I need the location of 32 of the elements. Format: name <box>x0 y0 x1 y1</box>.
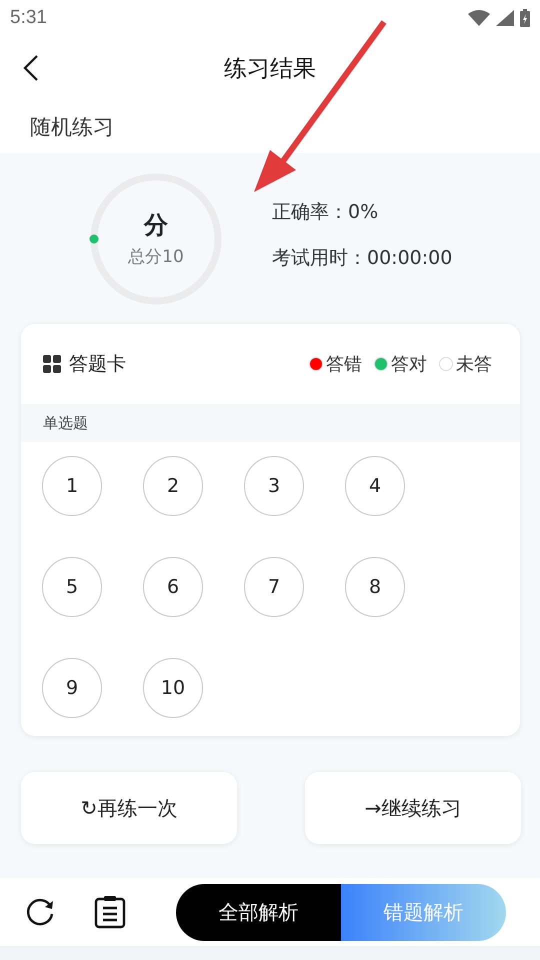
stat-text: 考试用时：00:00:00 <box>272 246 452 270</box>
refresh-icon[interactable] <box>24 896 56 928</box>
question-number[interactable]: 3 <box>244 456 304 516</box>
card-title: 答题卡 <box>69 352 126 377</box>
question-number[interactable]: 5 <box>42 557 102 617</box>
page-title: 练习结果 <box>224 54 316 84</box>
wifi-icon <box>468 10 490 26</box>
question-number[interactable]: 2 <box>143 456 203 516</box>
status-time: 5:31 <box>10 7 47 29</box>
question-number[interactable]: 8 <box>345 557 405 617</box>
signal-icon <box>496 10 514 26</box>
back-icon[interactable] <box>22 54 40 82</box>
total-score: 总分10 <box>128 246 184 268</box>
practice-type: 随机练习 <box>30 114 114 140</box>
legend-label: 答对 <box>391 353 427 376</box>
question-number[interactable]: 10 <box>143 658 203 718</box>
section-title: 单选题 <box>43 414 88 432</box>
question-number[interactable]: 1 <box>42 456 102 516</box>
analysis-tab[interactable]: 全部解析 <box>176 884 341 940</box>
legend-label: 答错 <box>326 353 362 376</box>
legend-label: 未答 <box>456 353 492 376</box>
question-number[interactable]: 6 <box>143 557 203 617</box>
question-number[interactable]: 9 <box>42 658 102 718</box>
battery-icon <box>520 9 530 27</box>
question-number[interactable]: 7 <box>244 557 304 617</box>
clipboard-icon[interactable] <box>94 895 126 929</box>
grid-icon <box>43 355 61 373</box>
stat-text: 正确率：0% <box>272 200 380 224</box>
question-number[interactable]: 4 <box>345 456 405 516</box>
action-button[interactable]: →继续练习 <box>305 772 521 844</box>
action-button[interactable]: ↻再练一次 <box>21 772 237 844</box>
score-value: 分 <box>144 210 168 241</box>
